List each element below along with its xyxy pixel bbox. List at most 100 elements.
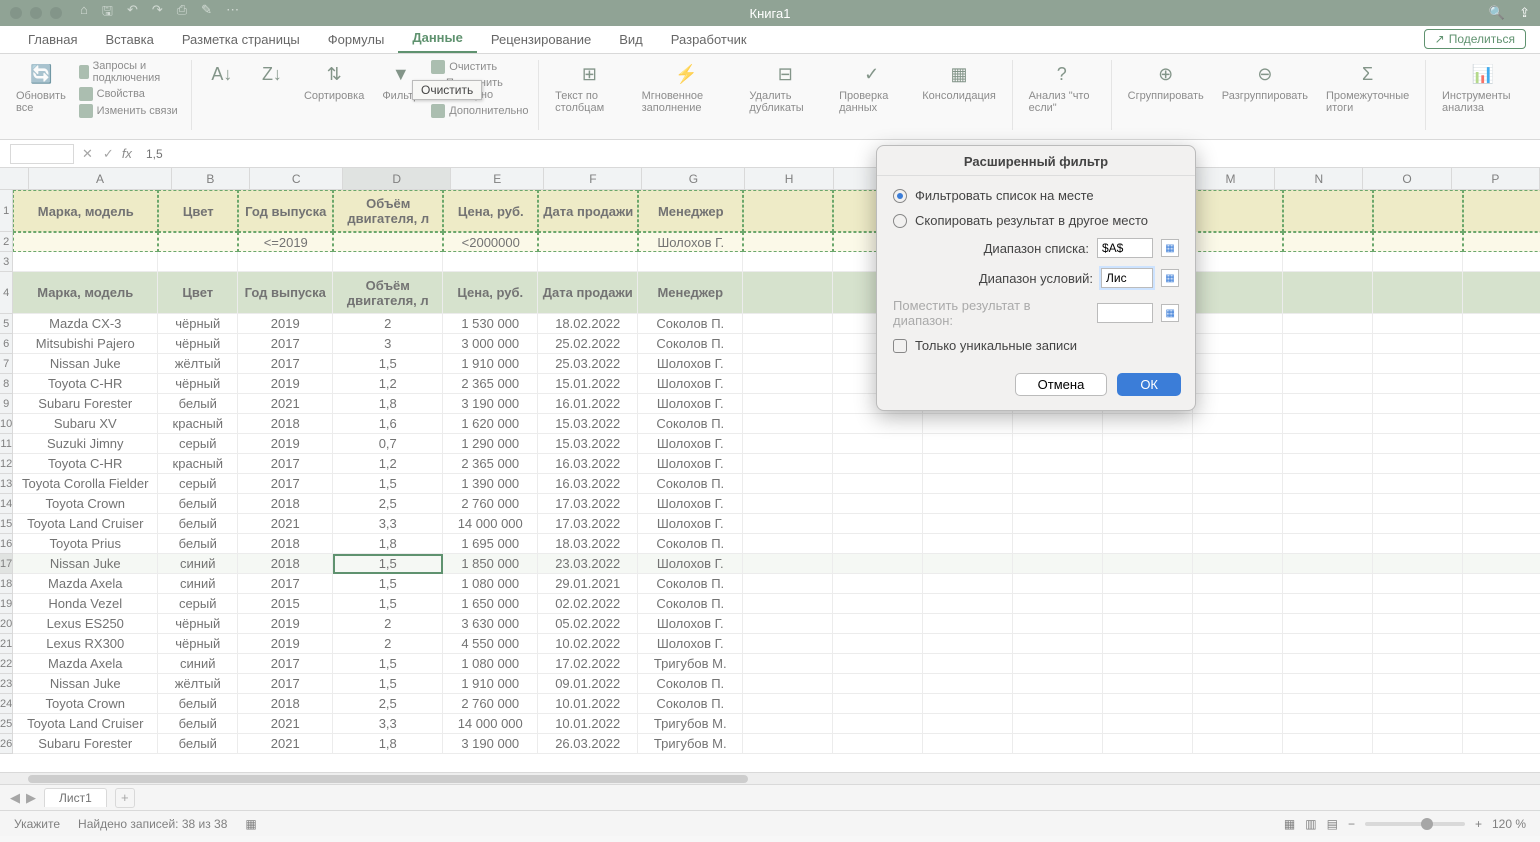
cell[interactable]: [1283, 374, 1373, 394]
cell[interactable]: Шолохов Г.: [638, 614, 743, 634]
cell[interactable]: 3,3: [333, 514, 443, 534]
cell[interactable]: [1103, 474, 1193, 494]
cell[interactable]: [923, 594, 1013, 614]
row-header[interactable]: 13: [0, 474, 12, 494]
fx-label[interactable]: fx: [122, 146, 132, 161]
cell[interactable]: Toyota Land Cruiser: [13, 514, 158, 534]
cell[interactable]: чёрный: [158, 374, 238, 394]
cell[interactable]: [1463, 334, 1540, 354]
print-icon[interactable]: ⎙: [177, 2, 187, 24]
row-header[interactable]: 26: [0, 734, 12, 754]
cell[interactable]: [1283, 674, 1373, 694]
cell[interactable]: [1193, 434, 1283, 454]
cell[interactable]: чёрный: [158, 614, 238, 634]
cell[interactable]: Honda Vezel: [13, 594, 158, 614]
cell[interactable]: [1373, 374, 1463, 394]
cell[interactable]: [1463, 474, 1540, 494]
cell[interactable]: 3,3: [333, 714, 443, 734]
cell[interactable]: [743, 734, 833, 754]
ok-button[interactable]: ОК: [1117, 373, 1181, 396]
cell[interactable]: 2 365 000: [443, 454, 538, 474]
cell[interactable]: [833, 474, 923, 494]
cell[interactable]: [1283, 534, 1373, 554]
cell[interactable]: Тригубов М.: [638, 734, 743, 754]
cell[interactable]: серый: [158, 594, 238, 614]
cell[interactable]: [1283, 314, 1373, 334]
cell[interactable]: Цвет: [158, 190, 238, 232]
cell[interactable]: [833, 734, 923, 754]
cell[interactable]: [1283, 594, 1373, 614]
cell[interactable]: [1463, 454, 1540, 474]
cell[interactable]: [1103, 414, 1193, 434]
zoom-pct[interactable]: 120 %: [1492, 817, 1526, 831]
list-range-input[interactable]: [1097, 238, 1153, 258]
cell[interactable]: [1463, 272, 1540, 314]
cell[interactable]: [1193, 314, 1283, 334]
cell[interactable]: [1193, 374, 1283, 394]
cell[interactable]: белый: [158, 534, 238, 554]
cell[interactable]: [1373, 554, 1463, 574]
cell[interactable]: [1103, 634, 1193, 654]
cell[interactable]: Toyota Prius: [13, 534, 158, 554]
cell[interactable]: [1193, 674, 1283, 694]
cell[interactable]: [1463, 714, 1540, 734]
cell[interactable]: 1 080 000: [443, 654, 538, 674]
cell[interactable]: 2018: [238, 694, 333, 714]
col-header-E[interactable]: E: [451, 168, 544, 189]
cell[interactable]: Соколов П.: [638, 334, 743, 354]
cell[interactable]: Шолохов Г.: [638, 454, 743, 474]
cell[interactable]: 1,8: [333, 734, 443, 754]
row-header[interactable]: 20: [0, 614, 12, 634]
cell[interactable]: красный: [158, 454, 238, 474]
row-header[interactable]: 14: [0, 494, 12, 514]
cell[interactable]: [1013, 474, 1103, 494]
cell[interactable]: 2019: [238, 314, 333, 334]
cell[interactable]: 3 190 000: [443, 394, 538, 414]
cell[interactable]: [1193, 454, 1283, 474]
cell[interactable]: [1463, 354, 1540, 374]
cell[interactable]: [1193, 394, 1283, 414]
cell[interactable]: Mazda Axela: [13, 654, 158, 674]
cell[interactable]: 02.02.2022: [538, 594, 638, 614]
cell[interactable]: [1103, 534, 1193, 554]
cell[interactable]: Соколов П.: [638, 474, 743, 494]
cell[interactable]: 1,5: [333, 574, 443, 594]
row-header[interactable]: 2: [0, 232, 12, 252]
cell[interactable]: [923, 634, 1013, 654]
sort-button[interactable]: ⇅Сортировка: [298, 60, 370, 102]
cell[interactable]: [13, 232, 158, 252]
cell[interactable]: Nissan Juke: [13, 354, 158, 374]
cell[interactable]: [1103, 574, 1193, 594]
window-controls[interactable]: [10, 7, 62, 19]
more-icon[interactable]: ⋯: [226, 2, 239, 24]
cell[interactable]: 2015: [238, 594, 333, 614]
col-header-G[interactable]: G: [642, 168, 745, 189]
cell[interactable]: 2021: [238, 394, 333, 414]
cell[interactable]: [923, 514, 1013, 534]
opt-copy-elsewhere[interactable]: Скопировать результат в другое место: [893, 213, 1179, 228]
save-icon[interactable]: 🖫: [102, 2, 113, 24]
cell[interactable]: синий: [158, 574, 238, 594]
cell[interactable]: [833, 654, 923, 674]
cell[interactable]: [833, 594, 923, 614]
cell[interactable]: 1,5: [333, 654, 443, 674]
criteria-range-input[interactable]: [1101, 268, 1153, 288]
cell[interactable]: Менеджер: [638, 272, 743, 314]
cell[interactable]: [1373, 454, 1463, 474]
cell[interactable]: [1013, 734, 1103, 754]
home-icon[interactable]: ⌂: [80, 2, 88, 24]
cell[interactable]: 3 190 000: [443, 734, 538, 754]
cell[interactable]: 1 080 000: [443, 574, 538, 594]
cell[interactable]: 1,2: [333, 454, 443, 474]
cell[interactable]: [158, 252, 238, 272]
text-to-columns[interactable]: ⊞Текст по столбцам: [549, 60, 629, 114]
cell[interactable]: жёлтый: [158, 674, 238, 694]
cell[interactable]: красный: [158, 414, 238, 434]
cell[interactable]: 2019: [238, 634, 333, 654]
cell[interactable]: 25.02.2022: [538, 334, 638, 354]
cell[interactable]: 2019: [238, 614, 333, 634]
cell[interactable]: [1103, 654, 1193, 674]
cell[interactable]: [923, 454, 1013, 474]
cell[interactable]: [1103, 514, 1193, 534]
cell[interactable]: 10.01.2022: [538, 694, 638, 714]
